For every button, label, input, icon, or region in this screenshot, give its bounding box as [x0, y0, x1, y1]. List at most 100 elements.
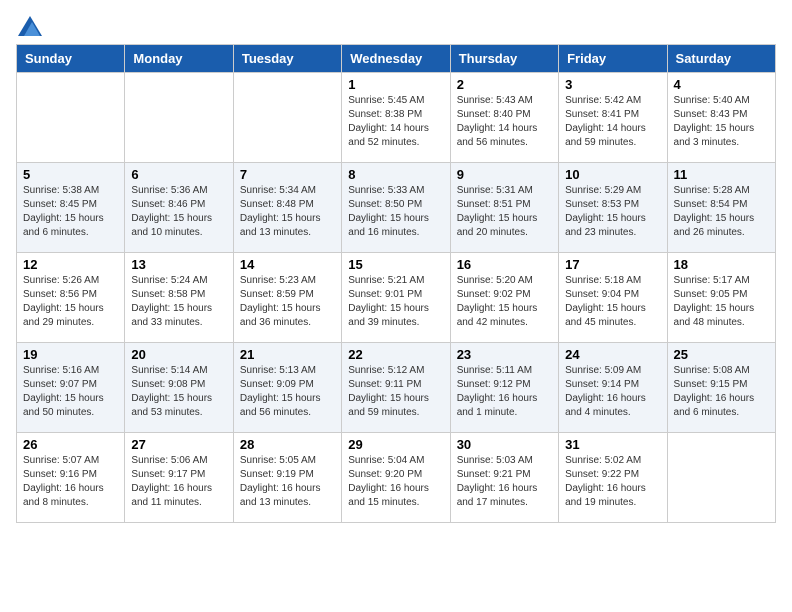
day-number: 18	[674, 257, 769, 272]
day-header-wednesday: Wednesday	[342, 45, 450, 73]
day-info: Sunrise: 5:08 AM Sunset: 9:15 PM Dayligh…	[674, 364, 769, 420]
calendar-cell: 1 Sunrise: 5:45 AM Sunset: 8:38 PM Daylig…	[342, 73, 450, 163]
day-number: 13	[131, 257, 226, 272]
day-number: 24	[565, 347, 660, 362]
day-info: Sunrise: 5:17 AM Sunset: 9:05 PM Dayligh…	[674, 274, 769, 330]
day-header-thursday: Thursday	[450, 45, 558, 73]
calendar-cell: 10 Sunrise: 5:29 AM Sunset: 8:53 PM Dayli…	[559, 163, 667, 253]
day-number: 5	[23, 167, 118, 182]
day-info: Sunrise: 5:04 AM Sunset: 9:20 PM Dayligh…	[348, 454, 443, 510]
calendar-cell: 9 Sunrise: 5:31 AM Sunset: 8:51 PM Daylig…	[450, 163, 558, 253]
day-info: Sunrise: 5:31 AM Sunset: 8:51 PM Dayligh…	[457, 184, 552, 240]
day-info: Sunrise: 5:28 AM Sunset: 8:54 PM Dayligh…	[674, 184, 769, 240]
day-number: 1	[348, 77, 443, 92]
day-header-friday: Friday	[559, 45, 667, 73]
day-number: 9	[457, 167, 552, 182]
day-number: 2	[457, 77, 552, 92]
logo-icon	[18, 16, 42, 36]
day-info: Sunrise: 5:14 AM Sunset: 9:08 PM Dayligh…	[131, 364, 226, 420]
calendar-week-1: 1 Sunrise: 5:45 AM Sunset: 8:38 PM Daylig…	[17, 73, 776, 163]
calendar-week-4: 19 Sunrise: 5:16 AM Sunset: 9:07 PM Dayli…	[17, 343, 776, 433]
calendar-week-3: 12 Sunrise: 5:26 AM Sunset: 8:56 PM Dayli…	[17, 253, 776, 343]
day-number: 3	[565, 77, 660, 92]
day-number: 16	[457, 257, 552, 272]
day-info: Sunrise: 5:33 AM Sunset: 8:50 PM Dayligh…	[348, 184, 443, 240]
calendar-cell: 17 Sunrise: 5:18 AM Sunset: 9:04 PM Dayli…	[559, 253, 667, 343]
day-number: 31	[565, 437, 660, 452]
calendar-table: SundayMondayTuesdayWednesdayThursdayFrid…	[16, 44, 776, 523]
calendar-cell: 7 Sunrise: 5:34 AM Sunset: 8:48 PM Daylig…	[233, 163, 341, 253]
calendar-header-row: SundayMondayTuesdayWednesdayThursdayFrid…	[17, 45, 776, 73]
calendar-cell: 13 Sunrise: 5:24 AM Sunset: 8:58 PM Dayli…	[125, 253, 233, 343]
calendar-cell: 3 Sunrise: 5:42 AM Sunset: 8:41 PM Daylig…	[559, 73, 667, 163]
day-header-tuesday: Tuesday	[233, 45, 341, 73]
calendar-cell: 29Sunrise: 5:04 AM Sunset: 9:20 PM Dayli…	[342, 433, 450, 523]
day-number: 15	[348, 257, 443, 272]
page-header	[16, 16, 776, 36]
day-info: Sunrise: 5:45 AM Sunset: 8:38 PM Dayligh…	[348, 94, 443, 150]
calendar-cell: 24 Sunrise: 5:09 AM Sunset: 9:14 PM Dayli…	[559, 343, 667, 433]
calendar-cell: 21 Sunrise: 5:13 AM Sunset: 9:09 PM Dayli…	[233, 343, 341, 433]
calendar-cell	[17, 73, 125, 163]
day-number: 19	[23, 347, 118, 362]
calendar-cell	[233, 73, 341, 163]
day-info: Sunrise: 5:18 AM Sunset: 9:04 PM Dayligh…	[565, 274, 660, 330]
day-number: 25	[674, 347, 769, 362]
day-info: Sunrise: 5:24 AM Sunset: 8:58 PM Dayligh…	[131, 274, 226, 330]
day-info: Sunrise: 5:40 AM Sunset: 8:43 PM Dayligh…	[674, 94, 769, 150]
calendar-cell: 5 Sunrise: 5:38 AM Sunset: 8:45 PM Daylig…	[17, 163, 125, 253]
calendar-cell: 11 Sunrise: 5:28 AM Sunset: 8:54 PM Dayli…	[667, 163, 775, 253]
day-info: Sunrise: 5:07 AM Sunset: 9:16 PM Dayligh…	[23, 454, 118, 510]
day-number: 14	[240, 257, 335, 272]
calendar-cell: 31Sunrise: 5:02 AM Sunset: 9:22 PM Dayli…	[559, 433, 667, 523]
calendar-cell: 8 Sunrise: 5:33 AM Sunset: 8:50 PM Daylig…	[342, 163, 450, 253]
day-info: Sunrise: 5:43 AM Sunset: 8:40 PM Dayligh…	[457, 94, 552, 150]
day-info: Sunrise: 5:34 AM Sunset: 8:48 PM Dayligh…	[240, 184, 335, 240]
day-number: 30	[457, 437, 552, 452]
calendar-cell: 14 Sunrise: 5:23 AM Sunset: 8:59 PM Dayli…	[233, 253, 341, 343]
calendar-cell: 19 Sunrise: 5:16 AM Sunset: 9:07 PM Dayli…	[17, 343, 125, 433]
day-header-sunday: Sunday	[17, 45, 125, 73]
day-number: 21	[240, 347, 335, 362]
day-info: Sunrise: 5:13 AM Sunset: 9:09 PM Dayligh…	[240, 364, 335, 420]
day-number: 27	[131, 437, 226, 452]
day-info: Sunrise: 5:29 AM Sunset: 8:53 PM Dayligh…	[565, 184, 660, 240]
day-number: 17	[565, 257, 660, 272]
day-number: 22	[348, 347, 443, 362]
day-info: Sunrise: 5:23 AM Sunset: 8:59 PM Dayligh…	[240, 274, 335, 330]
calendar-cell: 12 Sunrise: 5:26 AM Sunset: 8:56 PM Dayli…	[17, 253, 125, 343]
day-info: Sunrise: 5:09 AM Sunset: 9:14 PM Dayligh…	[565, 364, 660, 420]
calendar-cell	[125, 73, 233, 163]
day-info: Sunrise: 5:12 AM Sunset: 9:11 PM Dayligh…	[348, 364, 443, 420]
day-number: 10	[565, 167, 660, 182]
calendar-cell: 22 Sunrise: 5:12 AM Sunset: 9:11 PM Dayli…	[342, 343, 450, 433]
calendar-cell: 6 Sunrise: 5:36 AM Sunset: 8:46 PM Daylig…	[125, 163, 233, 253]
calendar-cell: 4Sunrise: 5:40 AM Sunset: 8:43 PM Daylig…	[667, 73, 775, 163]
calendar-cell: 2 Sunrise: 5:43 AM Sunset: 8:40 PM Daylig…	[450, 73, 558, 163]
day-info: Sunrise: 5:16 AM Sunset: 9:07 PM Dayligh…	[23, 364, 118, 420]
day-number: 8	[348, 167, 443, 182]
day-info: Sunrise: 5:26 AM Sunset: 8:56 PM Dayligh…	[23, 274, 118, 330]
calendar-cell: 16Sunrise: 5:20 AM Sunset: 9:02 PM Dayli…	[450, 253, 558, 343]
day-number: 11	[674, 167, 769, 182]
day-info: Sunrise: 5:11 AM Sunset: 9:12 PM Dayligh…	[457, 364, 552, 420]
calendar-cell: 20 Sunrise: 5:14 AM Sunset: 9:08 PM Dayli…	[125, 343, 233, 433]
day-number: 7	[240, 167, 335, 182]
calendar-week-5: 26 Sunrise: 5:07 AM Sunset: 9:16 PM Dayli…	[17, 433, 776, 523]
day-number: 23	[457, 347, 552, 362]
day-info: Sunrise: 5:36 AM Sunset: 8:46 PM Dayligh…	[131, 184, 226, 240]
day-number: 12	[23, 257, 118, 272]
calendar-cell: 28Sunrise: 5:05 AM Sunset: 9:19 PM Dayli…	[233, 433, 341, 523]
day-header-saturday: Saturday	[667, 45, 775, 73]
day-info: Sunrise: 5:38 AM Sunset: 8:45 PM Dayligh…	[23, 184, 118, 240]
day-number: 6	[131, 167, 226, 182]
calendar-cell	[667, 433, 775, 523]
day-info: Sunrise: 5:42 AM Sunset: 8:41 PM Dayligh…	[565, 94, 660, 150]
day-number: 20	[131, 347, 226, 362]
calendar-cell: 27Sunrise: 5:06 AM Sunset: 9:17 PM Dayli…	[125, 433, 233, 523]
calendar-cell: 25 Sunrise: 5:08 AM Sunset: 9:15 PM Dayli…	[667, 343, 775, 433]
day-number: 26	[23, 437, 118, 452]
calendar-cell: 26 Sunrise: 5:07 AM Sunset: 9:16 PM Dayli…	[17, 433, 125, 523]
calendar-cell: 18 Sunrise: 5:17 AM Sunset: 9:05 PM Dayli…	[667, 253, 775, 343]
calendar-week-2: 5 Sunrise: 5:38 AM Sunset: 8:45 PM Daylig…	[17, 163, 776, 253]
